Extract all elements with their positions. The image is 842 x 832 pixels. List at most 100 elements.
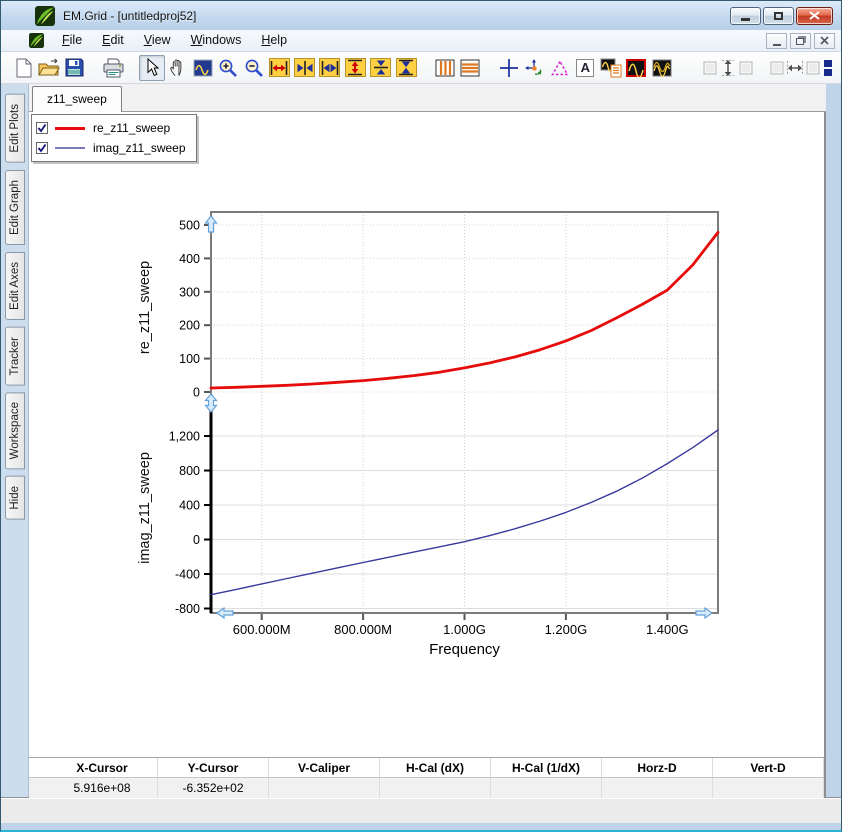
minimize-button[interactable]: [730, 7, 761, 25]
plot-report-button[interactable]: [598, 55, 623, 81]
legend-label: imag_z11_sweep: [93, 141, 186, 155]
cursor-table-value: [491, 778, 602, 798]
menu-item-file[interactable]: File: [52, 30, 92, 51]
crosshair-icon: [499, 58, 519, 78]
axis-handle-right-icon[interactable]: [696, 608, 712, 618]
window-title: EM.Grid - [untitledproj52]: [63, 9, 196, 23]
legend: re_z11_sweep imag_z11_sweep: [31, 114, 197, 162]
close-button[interactable]: [796, 7, 833, 25]
cursor-table-row: 5.916e+08-6.352e+02: [29, 777, 824, 798]
horizontal-grid-button[interactable]: [458, 55, 483, 81]
curve-re_z11_sweep[interactable]: [211, 232, 718, 388]
shrink-x-icon: [321, 60, 339, 76]
toolbar-handle[interactable]: [822, 55, 835, 81]
y-tick-label: 200: [179, 319, 200, 333]
open-file-button[interactable]: [36, 55, 61, 81]
zoom-in-icon: [218, 58, 238, 78]
vertical-align-icon: [702, 58, 754, 78]
fit-x-icon: [270, 60, 288, 76]
new-file-button[interactable]: [11, 55, 36, 81]
edit-plot-button[interactable]: [623, 55, 648, 81]
text-a-icon: A: [576, 59, 594, 77]
menu-item-windows[interactable]: Windows: [181, 30, 252, 51]
mdi-minimize-button[interactable]: [766, 33, 787, 49]
document-tabs: z11_sweep: [29, 84, 826, 112]
menu-item-edit[interactable]: Edit: [92, 30, 134, 51]
mdi-close-button[interactable]: [814, 33, 835, 49]
print-button[interactable]: [100, 55, 125, 81]
save-button[interactable]: [62, 55, 87, 81]
zoom-out-button[interactable]: [241, 55, 266, 81]
cursor-table-lead-cell: [29, 758, 47, 777]
plot-area[interactable]: re_z11_sweepimag_z11_sweep 0100200300400…: [29, 112, 826, 757]
sidebar-tab-hide[interactable]: Hide: [5, 476, 25, 520]
legend-item[interactable]: re_z11_sweep: [36, 118, 186, 138]
legend-line-sample: [55, 127, 85, 130]
axis-handle-left-icon[interactable]: [217, 608, 233, 618]
sidebar-tab-edit-plots[interactable]: Edit Plots: [5, 94, 25, 163]
wave-document-icon: [600, 58, 622, 78]
y-tick-label: 500: [179, 219, 200, 233]
checkbox-checked-icon[interactable]: [36, 122, 48, 134]
maximize-button[interactable]: [763, 7, 794, 25]
printer-icon: [103, 58, 124, 78]
mdi-restore-button[interactable]: [790, 33, 811, 49]
multi-plot-button[interactable]: [649, 55, 674, 81]
vertical-grid-icon: [435, 59, 455, 77]
double-wave-icon: [652, 59, 672, 77]
handle-icon: [824, 59, 833, 77]
menu-item-view[interactable]: View: [134, 30, 181, 51]
mdi-close-icon: [820, 36, 829, 45]
y-tick-label: -400: [175, 568, 200, 582]
expand-x-button[interactable]: [292, 55, 317, 81]
hand-icon: [168, 58, 187, 77]
sidebar-tab-workspace[interactable]: Workspace: [5, 392, 25, 469]
zoom-window-button[interactable]: [190, 55, 215, 81]
sidebar-tab-edit-graph[interactable]: Edit Graph: [5, 170, 25, 245]
legend-line-sample: [55, 147, 85, 149]
axis-handle-updown-icon[interactable]: [206, 394, 217, 412]
new-file-icon: [15, 58, 33, 78]
zoom-in-button[interactable]: [215, 55, 240, 81]
horizontal-align-button[interactable]: [768, 55, 822, 81]
shrink-y-button[interactable]: [394, 55, 419, 81]
x-tick-label: 1.200G: [545, 622, 588, 637]
chart[interactable]: 0100200300400500-800-40004008001,200600.…: [29, 112, 824, 757]
pan-button[interactable]: [165, 55, 190, 81]
zoom-window-icon: [193, 59, 213, 77]
select-button[interactable]: [139, 55, 164, 81]
main-area: Edit Plots Edit Graph Edit Axes Tracker Work…: [1, 84, 841, 797]
cursor-table-value: -6.352e+02: [158, 778, 269, 798]
checkbox-checked-icon[interactable]: [36, 142, 48, 154]
shrink-x-button[interactable]: [317, 55, 342, 81]
y-tick-label: -800: [175, 602, 200, 616]
minimize-icon: [741, 18, 750, 21]
fit-x-button[interactable]: [266, 55, 291, 81]
cursor-table-header: H-Cal (1/dX): [491, 758, 602, 777]
fit-y-button[interactable]: [343, 55, 368, 81]
legend-item[interactable]: imag_z11_sweep: [36, 138, 186, 158]
expand-y-button[interactable]: [368, 55, 393, 81]
caliper-triangle-icon: [550, 59, 570, 77]
cursor-table-header: Vert-D: [713, 758, 824, 777]
tracker-button[interactable]: [522, 55, 547, 81]
open-folder-icon: [38, 58, 60, 77]
cursor-table-header: Horz-D: [602, 758, 713, 777]
sidebar-tab-tracker[interactable]: Tracker: [5, 327, 25, 386]
y-tick-label: 100: [179, 352, 200, 366]
tab-z11-sweep[interactable]: z11_sweep: [32, 86, 122, 112]
vertical-grid-button[interactable]: [432, 55, 457, 81]
status-bar: [1, 797, 841, 823]
caliper-button[interactable]: [547, 55, 572, 81]
imag-axis-label: imag_z11_sweep: [137, 452, 153, 564]
text-button[interactable]: A: [573, 55, 598, 81]
crosshair-button[interactable]: [496, 55, 521, 81]
vertical-align-button[interactable]: [701, 55, 755, 81]
y-tick-label: 400: [179, 252, 200, 266]
titlebar[interactable]: EM.Grid - [untitledproj52]: [1, 1, 841, 30]
app-icon-small: [29, 33, 44, 48]
menu-item-help[interactable]: Help: [251, 30, 297, 51]
sidebar-tab-edit-axes[interactable]: Edit Axes: [5, 252, 25, 320]
y-tick-label: 400: [179, 499, 200, 513]
axis-handle-up-icon[interactable]: [206, 216, 217, 232]
